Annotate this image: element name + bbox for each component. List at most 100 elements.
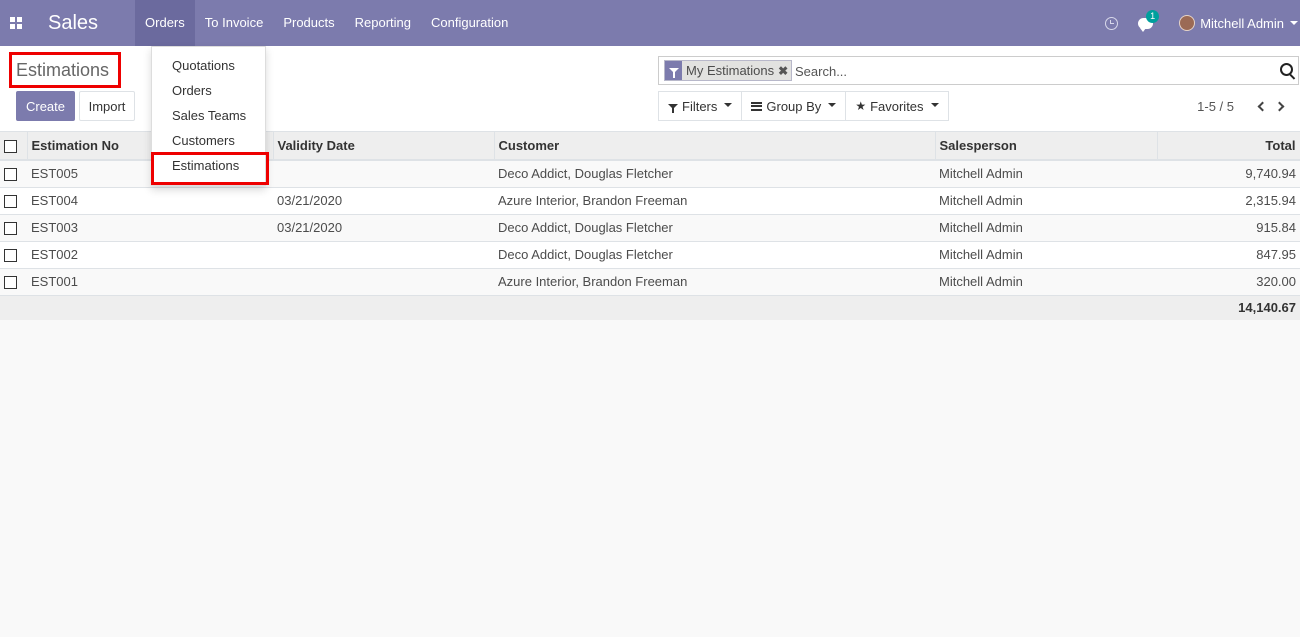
user-menu-name[interactable]: Mitchell Admin (1200, 16, 1284, 31)
cell-customer: Azure Interior, Brandon Freeman (494, 268, 935, 296)
row-checkbox[interactable] (4, 222, 17, 236)
menu-orders[interactable]: Orders (135, 0, 195, 46)
cell-salesperson: Mitchell Admin (935, 187, 1157, 215)
import-button[interactable]: Import (79, 91, 135, 121)
main-menu: Orders To Invoice Products Reporting Con… (135, 0, 518, 46)
search-facet: My Estimations ✖ (664, 60, 793, 81)
cell-validity-date: 03/21/2020 (273, 187, 494, 215)
select-all-cell (0, 132, 28, 161)
star-icon: ★ (855, 99, 867, 113)
footer-cell (273, 295, 494, 320)
apps-menu-icon[interactable] (0, 0, 32, 46)
cell-total: 2,315.94 (1157, 187, 1300, 215)
cell-salesperson: Mitchell Admin (935, 241, 1157, 269)
group-by-label: Group By (766, 98, 822, 114)
cell-total: 320.00 (1157, 268, 1300, 296)
avatar[interactable] (1179, 15, 1196, 31)
favorites-button[interactable]: ★ Favorites (845, 91, 949, 121)
search-box: My Estimations ✖ (658, 56, 1299, 85)
app-brand[interactable]: Sales (48, 12, 98, 35)
row-select-cell (0, 160, 27, 188)
cell-customer: Deco Addict, Douglas Fletcher (494, 160, 935, 188)
cell-validity-date: 03/21/2020 (273, 214, 494, 242)
caret-down-icon (828, 102, 837, 107)
pager-value[interactable]: 1-5 / 5 (1197, 99, 1234, 114)
cell-customer: Azure Interior, Brandon Freeman (494, 187, 935, 215)
top-navbar: Sales Orders To Invoice Products Reporti… (0, 0, 1300, 46)
caret-down-icon (724, 102, 733, 107)
footer-cell (0, 295, 27, 320)
cell-estimation-no: EST004 (27, 187, 273, 215)
footer-cell (27, 295, 273, 320)
cell-salesperson: Mitchell Admin (935, 268, 1157, 296)
dropdown-item-customers[interactable]: Customers (172, 133, 235, 148)
table-footer-row: 14,140.67 (0, 295, 1300, 320)
total-sum: 14,140.67 (1157, 295, 1300, 320)
cell-salesperson: Mitchell Admin (935, 160, 1157, 188)
caret-down-icon (930, 102, 939, 107)
chevron-down-icon[interactable] (1290, 21, 1298, 25)
filter-facet-icon (665, 61, 682, 80)
search-input[interactable] (795, 61, 1265, 81)
row-select-cell (0, 268, 27, 296)
menu-to-invoice[interactable]: To Invoice (195, 0, 274, 46)
navbar-systray: 1 Mitchell Admin (1105, 0, 1300, 46)
estimations-highlight-box (151, 152, 269, 185)
chat-count-badge: 1 (1146, 9, 1160, 23)
dropdown-item-orders[interactable]: Orders (172, 83, 212, 98)
table-row[interactable]: EST001 Azure Interior, Brandon Freeman M… (0, 268, 1300, 296)
row-checkbox[interactable] (4, 168, 17, 182)
cell-estimation-no: EST002 (27, 241, 273, 269)
group-by-button[interactable]: Group By (741, 91, 847, 121)
select-all-checkbox[interactable] (4, 140, 17, 154)
row-select-cell (0, 241, 27, 269)
cell-validity-date (273, 241, 494, 269)
pager-previous-button[interactable] (1254, 98, 1268, 114)
messaging-button[interactable]: 1 (1138, 9, 1160, 32)
facet-label: My Estimations (686, 63, 775, 78)
create-button[interactable]: Create (16, 91, 75, 121)
cell-total: 9,740.94 (1157, 160, 1300, 188)
filters-label: Filters (682, 98, 718, 114)
row-select-cell (0, 214, 27, 242)
menu-configuration[interactable]: Configuration (421, 0, 518, 46)
pager-next-button[interactable] (1274, 98, 1288, 114)
cell-estimation-no: EST003 (27, 214, 273, 242)
menu-products[interactable]: Products (273, 0, 344, 46)
footer-cell (935, 295, 1157, 320)
cell-customer: Deco Addict, Douglas Fletcher (494, 214, 935, 242)
cell-total: 847.95 (1157, 241, 1300, 269)
filters-button[interactable]: Filters (658, 91, 743, 121)
pager: 1-5 / 5 (1197, 98, 1288, 114)
row-select-cell (0, 187, 27, 215)
cell-customer: Deco Addict, Douglas Fletcher (494, 241, 935, 269)
cell-validity-date (273, 160, 494, 188)
dropdown-item-sales-teams[interactable]: Sales Teams (172, 108, 246, 123)
column-salesperson[interactable]: Salesperson (935, 132, 1158, 161)
close-icon[interactable]: ✖ (778, 64, 791, 78)
table-row[interactable]: EST002 Deco Addict, Douglas Fletcher Mit… (0, 241, 1300, 269)
footer-cell (494, 295, 935, 320)
search-icon[interactable] (1280, 63, 1293, 76)
activity-clock-icon[interactable] (1105, 16, 1119, 30)
menu-reporting[interactable]: Reporting (345, 0, 421, 46)
search-options: Filters Group By ★ Favorites (658, 91, 949, 121)
chevron-right-icon (1274, 101, 1285, 111)
column-total[interactable]: Total (1157, 132, 1300, 161)
cell-salesperson: Mitchell Admin (935, 214, 1157, 242)
title-highlight-box (9, 52, 121, 88)
row-checkbox[interactable] (4, 249, 17, 263)
row-checkbox[interactable] (4, 276, 17, 290)
chevron-left-icon (1257, 101, 1268, 111)
row-checkbox[interactable] (4, 195, 17, 209)
column-validity-date[interactable]: Validity Date (273, 132, 495, 161)
cell-estimation-no: EST001 (27, 268, 273, 296)
filter-icon (668, 103, 678, 113)
table-row[interactable]: EST003 03/21/2020 Deco Addict, Douglas F… (0, 214, 1300, 242)
cell-total: 915.84 (1157, 214, 1300, 242)
column-customer[interactable]: Customer (494, 132, 936, 161)
bars-icon (751, 101, 763, 111)
table-row[interactable]: EST004 03/21/2020 Azure Interior, Brando… (0, 187, 1300, 215)
dropdown-item-quotations[interactable]: Quotations (172, 58, 235, 73)
cell-validity-date (273, 268, 494, 296)
